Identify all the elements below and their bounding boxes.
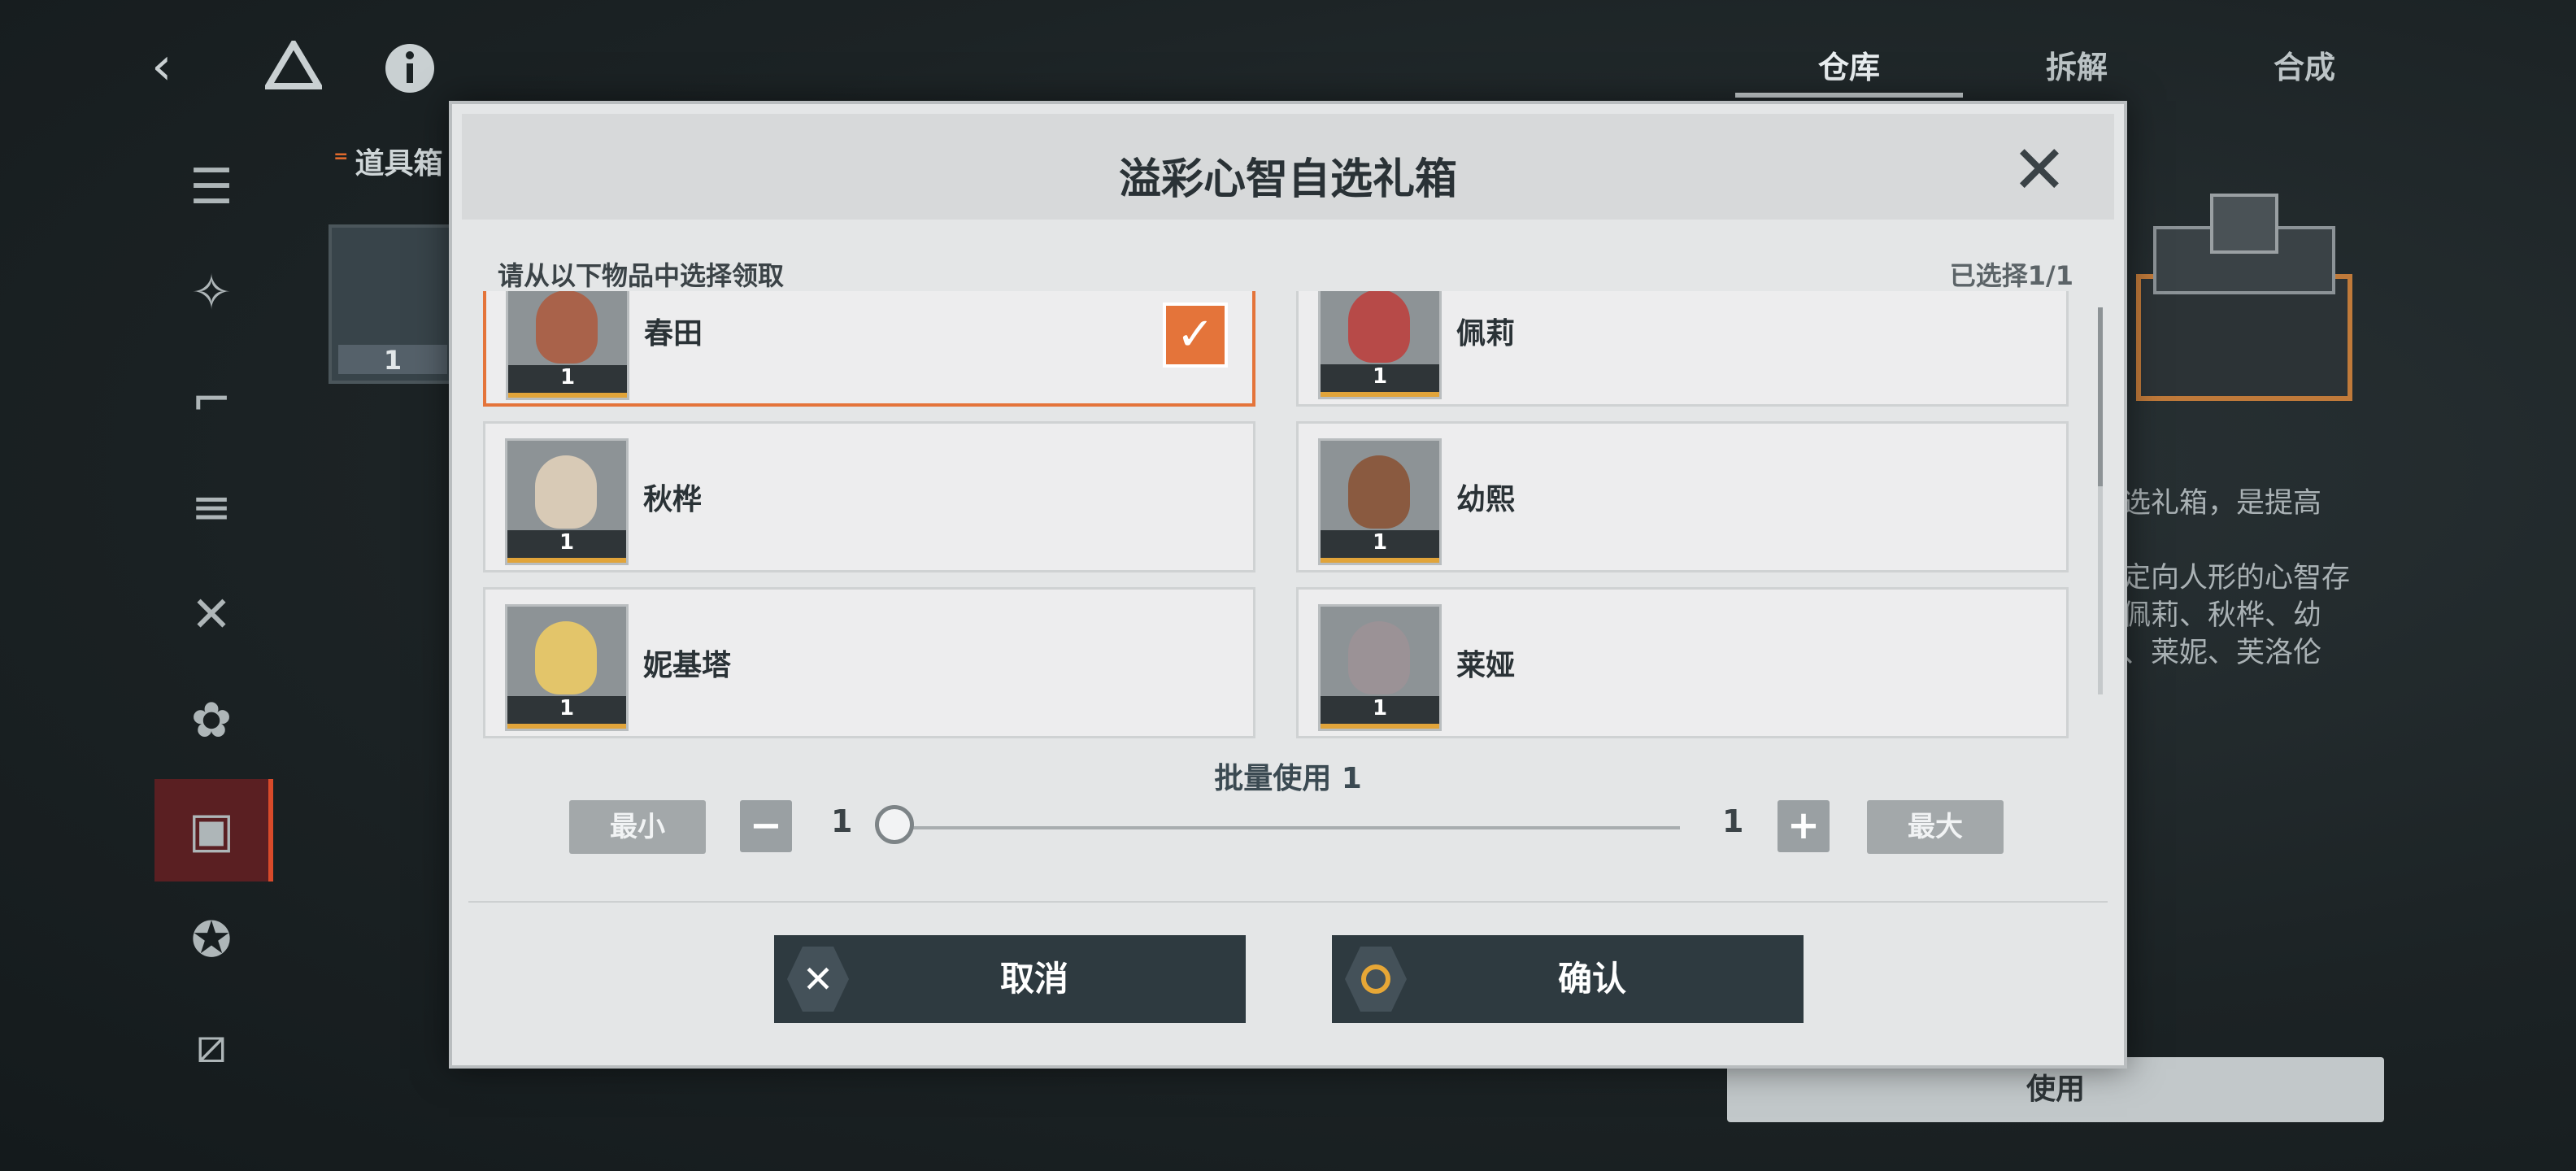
dialog-title: 溢彩心智自选礼箱 <box>1118 155 1457 204</box>
portrait <box>535 455 597 529</box>
triangle-logo-icon <box>262 37 325 98</box>
slider-max-value: 1 <box>1722 803 1744 839</box>
quantity-slider-track[interactable] <box>898 826 1680 829</box>
item-list: 1 春田 ✓ 1 佩莉 1 秋桦 1 幼熙 1 妮基塔 1 莱娅 <box>483 291 2083 812</box>
minus-icon[interactable]: − <box>740 800 792 852</box>
item-name: 秋桦 <box>643 483 703 516</box>
close-icon[interactable]: ✕ <box>2007 137 2072 204</box>
item-name: 妮基塔 <box>643 649 732 682</box>
back-icon[interactable]: ‹ <box>151 41 172 93</box>
min-button[interactable]: 最小 <box>569 800 706 854</box>
item-card[interactable]: 1 莱娅 <box>1296 587 2069 738</box>
gift-box-dialog: 溢彩心智自选礼箱 ✕ 请从以下物品中选择领取 已选择1/1 1 春田 ✓ 1 佩… <box>449 101 2127 1069</box>
item-card[interactable]: 1 佩莉 <box>1296 291 2069 407</box>
avatar: 1 <box>1318 604 1442 731</box>
cancel-button[interactable]: ✕ 取消 <box>774 935 1246 1023</box>
portrait <box>1348 621 1410 694</box>
background-description: 选礼箱，是提高 定向人形的心智存 佩莉、秋桦、幼 、莱妮、芙洛伦 <box>2122 487 2351 669</box>
batch-use-label: 批量使用 1 <box>1214 762 1362 795</box>
portrait <box>1348 291 1410 363</box>
portrait <box>1348 455 1410 529</box>
gift-box-image <box>2122 179 2366 447</box>
item-card[interactable]: 1 春田 ✓ <box>483 291 1255 407</box>
item-name: 幼熙 <box>1456 483 1516 516</box>
gun-icon[interactable]: ⌐ <box>154 359 268 441</box>
item-count: 1 <box>508 365 627 398</box>
scrollbar-thumb[interactable] <box>2098 307 2103 486</box>
item-count: 1 <box>338 345 447 376</box>
item-count: 1 <box>1321 364 1439 397</box>
item-name: 莱娅 <box>1456 649 1516 682</box>
max-button[interactable]: 最大 <box>1867 800 2004 854</box>
stack-icon[interactable]: ☰ <box>154 146 268 228</box>
cancel-label: 取消 <box>999 959 1068 999</box>
cross-blades-icon[interactable]: ✕ <box>154 574 268 655</box>
item-card[interactable]: 1 妮基塔 <box>483 587 1255 738</box>
item-name: 春田 <box>644 317 703 350</box>
list-scrollbar[interactable] <box>2098 307 2103 694</box>
slash-badge-icon[interactable]: ⧄ <box>154 1005 268 1086</box>
dialog-header: 溢彩心智自选礼箱 ✕ <box>462 114 2114 220</box>
star-icon[interactable]: ✪ <box>154 899 268 981</box>
avatar: 1 <box>506 291 629 400</box>
selected-count: 已选择1/1 <box>1949 260 2073 291</box>
weapon-part-icon[interactable]: ≡ <box>154 467 268 548</box>
item-count: 1 <box>507 530 626 563</box>
portrait <box>535 621 597 694</box>
quantity-slider-thumb[interactable] <box>875 805 914 844</box>
info-icon[interactable] <box>384 42 436 103</box>
background-item-card[interactable]: 1 <box>329 224 457 384</box>
item-count: 1 <box>1321 530 1439 563</box>
category-label: 道具箱 <box>333 140 442 182</box>
plus-icon[interactable]: + <box>1778 800 1830 852</box>
confirm-button[interactable]: 确认 <box>1332 935 1804 1023</box>
flower-icon[interactable]: ✿ <box>154 680 268 761</box>
tab-dismantle[interactable]: 拆解 <box>1963 33 2191 98</box>
avatar: 1 <box>1318 291 1442 399</box>
item-count: 1 <box>1321 696 1439 729</box>
divider <box>468 901 2108 903</box>
item-card[interactable]: 1 秋桦 <box>483 421 1255 572</box>
item-card[interactable]: 1 幼熙 <box>1296 421 2069 572</box>
portrait <box>536 291 598 363</box>
tab-warehouse[interactable]: 仓库 <box>1735 33 1963 98</box>
top-tabs: 仓库 拆解 合成 <box>1735 33 2418 98</box>
selection-hint: 请从以下物品中选择领取 <box>498 260 785 291</box>
confirm-label: 确认 <box>1557 959 1626 999</box>
avatar: 1 <box>505 438 629 565</box>
slider-min-value: 1 <box>831 803 853 839</box>
checkbox-checked-icon[interactable]: ✓ <box>1163 303 1228 368</box>
tab-synthesize[interactable]: 合成 <box>2191 33 2418 98</box>
avatar: 1 <box>1318 438 1442 565</box>
avatar: 1 <box>505 604 629 731</box>
box-icon[interactable]: ▣ <box>154 779 273 882</box>
item-name: 佩莉 <box>1456 317 1516 350</box>
sparkle-icon[interactable]: ✧ <box>154 252 268 333</box>
item-count: 1 <box>507 696 626 729</box>
